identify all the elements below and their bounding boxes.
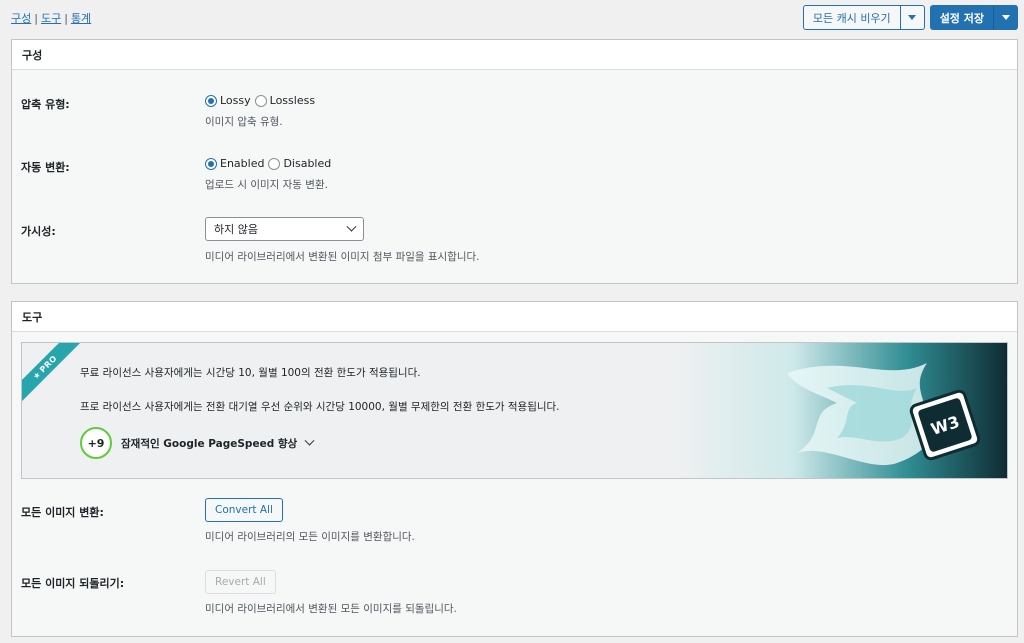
radio-disabled[interactable] (268, 157, 281, 170)
breadcrumb-separator: | (34, 12, 38, 25)
config-panel: 구성 압축 유형: Lossy Lossless 이미지 압축 유형. 자동 변… (11, 39, 1018, 284)
chevron-down-icon (304, 435, 315, 446)
breadcrumb-link-config[interactable]: 구성 (11, 12, 31, 25)
tools-panel: 도구 W3 ★ PRO 무료 라이선스 사용자에게는 시간당 10, 월별 10… (11, 301, 1018, 637)
compression-type-description: 이미지 압축 유형. (205, 116, 283, 128)
radio-lossy[interactable] (205, 94, 217, 107)
caret-down-icon (1001, 15, 1010, 20)
revert-all-label: 모든 이미지 되돌리기: (21, 577, 125, 590)
pagespeed-score-gauge: +9 (80, 427, 112, 459)
save-settings-button[interactable]: 설정 저장 (929, 5, 993, 30)
radio-lossy-label: Lossy (220, 94, 251, 107)
convert-all-label: 모든 이미지 변환: (21, 506, 104, 519)
radio-disabled-label: Disabled (283, 157, 332, 170)
clear-all-cache-button[interactable]: 모든 캐시 비우기 (802, 5, 900, 30)
visibility-select-value: 하지 않음 (214, 223, 258, 236)
radio-lossless[interactable] (254, 94, 267, 107)
radio-lossless-label: Lossless (269, 94, 316, 107)
config-panel-title: 구성 (12, 40, 1017, 70)
tools-panel-title: 도구 (12, 302, 1017, 332)
visibility-label: 가시성: (21, 225, 56, 238)
breadcrumb-link-stats[interactable]: 통계 (71, 12, 91, 25)
pro-free-limit-text: 무료 라이선스 사용자에게는 시간당 10, 월별 100의 전환 한도가 적용… (80, 367, 421, 379)
visibility-select[interactable]: 하지 않음 (205, 217, 364, 241)
pagespeed-toggle[interactable]: 잠재적인 Google PageSpeed 향상 (121, 435, 315, 451)
clear-cache-dropdown-toggle[interactable] (899, 5, 925, 30)
pro-flame-illustration: W3 (677, 343, 1007, 478)
chevron-down-icon (346, 221, 357, 232)
visibility-description: 미디어 라이브러리에서 변환된 이미지 첨부 파일을 표시합니다. (205, 251, 480, 263)
save-settings-split-button: 설정 저장 (929, 5, 1018, 30)
compression-type-field: Lossy Lossless 이미지 압축 유형. (205, 94, 315, 129)
radio-enabled-label: Enabled (220, 157, 265, 170)
auto-convert-description: 업로드 시 이미지 자동 변환. (205, 179, 328, 191)
top-actions: 모든 캐시 비우기 설정 저장 (802, 5, 1018, 30)
compression-type-label: 압축 유형: (21, 98, 70, 111)
revert-all-field: Revert All 미디어 라이브러리에서 변환된 모든 이미지를 되돌립니다… (205, 570, 457, 616)
breadcrumb: 구성 | 도구 | 통계 (11, 10, 91, 26)
breadcrumb-link-tools[interactable]: 도구 (41, 12, 61, 25)
convert-all-description: 미디어 라이브러리의 모든 이미지를 변환합니다. (205, 531, 415, 543)
revert-all-button: Revert All (205, 570, 276, 594)
pro-badge-label: PRO (38, 353, 59, 375)
convert-all-field: Convert All 미디어 라이브러리의 모든 이미지를 변환합니다. (205, 498, 415, 544)
clear-cache-split-button: 모든 캐시 비우기 (802, 5, 925, 30)
auto-convert-label: 자동 변환: (21, 161, 70, 174)
caret-down-icon (908, 15, 917, 20)
radio-enabled[interactable] (205, 157, 217, 170)
pro-badge: ★ PRO (22, 343, 83, 405)
pro-pro-limit-text: 프로 라이선스 사용자에게는 전환 대기열 우선 순위와 시간당 10000, … (80, 401, 560, 413)
revert-all-description: 미디어 라이브러리에서 변환된 모든 이미지를 되돌립니다. (205, 603, 457, 615)
save-settings-dropdown-toggle[interactable] (993, 5, 1018, 30)
pro-upsell-box: W3 ★ PRO 무료 라이선스 사용자에게는 시간당 10, 월별 100의 … (21, 342, 1008, 479)
visibility-field: 하지 않음 미디어 라이브러리에서 변환된 이미지 첨부 파일을 표시합니다. (205, 217, 480, 264)
pagespeed-label: 잠재적인 Google PageSpeed 향상 (121, 438, 298, 450)
auto-convert-field: Enabled Disabled 업로드 시 이미지 자동 변환. (205, 157, 331, 192)
breadcrumb-separator: | (64, 12, 68, 25)
convert-all-button[interactable]: Convert All (205, 498, 283, 522)
